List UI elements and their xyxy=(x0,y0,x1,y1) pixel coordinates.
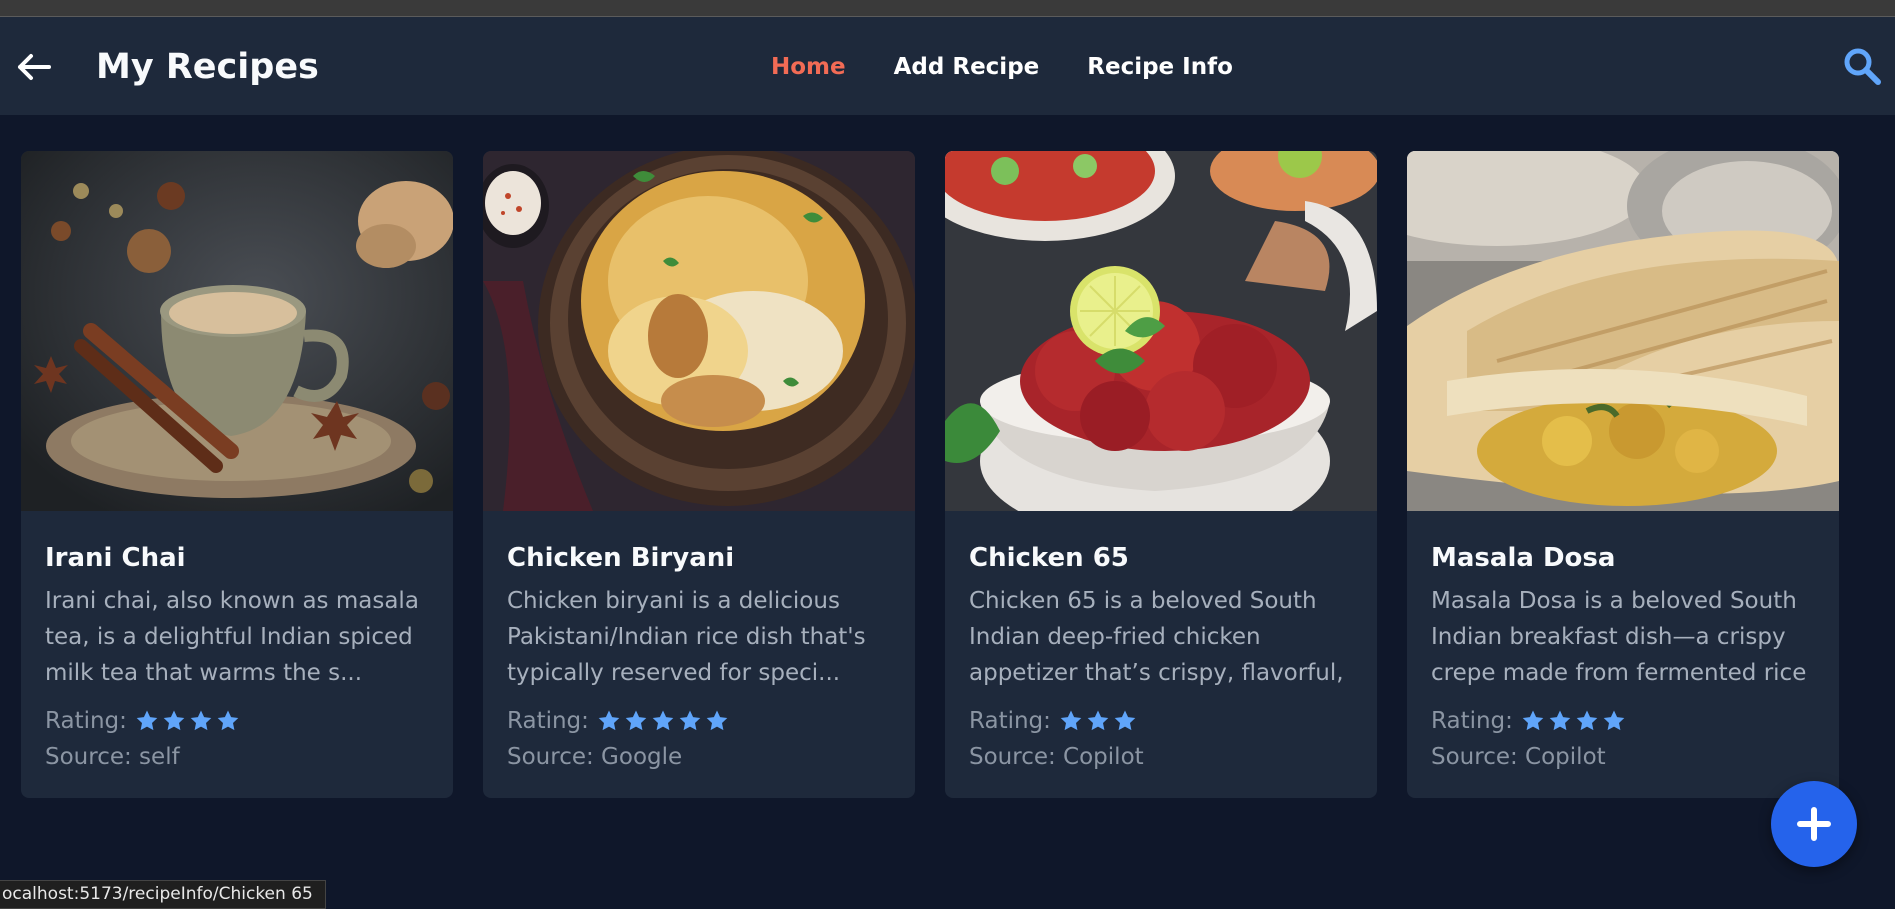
browser-top-strip xyxy=(0,0,1895,17)
rating-label: Rating: xyxy=(507,708,589,734)
navbar: My Recipes Home Add Recipe Recipe Info xyxy=(0,17,1895,115)
recipe-image-dosa xyxy=(1407,151,1839,511)
add-recipe-fab[interactable] xyxy=(1771,781,1857,867)
rating-stars xyxy=(1059,709,1137,733)
rating-label: Rating: xyxy=(1431,708,1513,734)
star-icon xyxy=(1087,710,1109,731)
nav-home[interactable]: Home xyxy=(771,51,846,83)
recipe-title: Chicken 65 xyxy=(969,543,1129,573)
star-icon xyxy=(1114,710,1136,731)
star-icon xyxy=(652,710,674,731)
recipe-list: Irani Chai Irani chai, also known as mas… xyxy=(21,151,1839,798)
recipe-image-biryani xyxy=(483,151,915,511)
star-icon xyxy=(190,710,212,731)
recipe-image-chai xyxy=(21,151,453,511)
search-button[interactable] xyxy=(1842,46,1882,86)
recipe-description: Chicken 65 is a beloved South Indian dee… xyxy=(969,588,1344,686)
nav-links: Home Add Recipe Recipe Info xyxy=(771,51,1233,83)
star-icon xyxy=(598,710,620,731)
rating-stars xyxy=(597,709,729,733)
recipe-source: Source: Copilot xyxy=(1431,744,1606,770)
recipe-card[interactable]: Masala Dosa Masala Dosa is a beloved Sou… xyxy=(1407,151,1839,798)
star-icon xyxy=(706,710,728,731)
star-icon xyxy=(1576,710,1598,731)
app-title: My Recipes xyxy=(96,47,319,87)
recipe-description: Irani chai, also known as masala tea, is… xyxy=(45,588,419,686)
recipe-card[interactable]: Chicken Biryani Chicken biryani is a del… xyxy=(483,151,915,798)
recipe-rating: Rating: xyxy=(507,705,891,737)
star-icon xyxy=(136,710,158,731)
recipe-card[interactable]: Irani Chai Irani chai, also known as mas… xyxy=(21,151,453,798)
nav-add-recipe[interactable]: Add Recipe xyxy=(894,51,1040,83)
rating-stars xyxy=(135,709,240,733)
recipe-description: Chicken biryani is a delicious Pakistani… xyxy=(507,588,866,686)
recipe-title: Masala Dosa xyxy=(1431,543,1616,573)
recipe-rating: Rating: xyxy=(45,705,429,737)
rating-stars xyxy=(1521,709,1626,733)
recipe-rating: Rating: xyxy=(1431,705,1815,737)
recipe-card[interactable]: Chicken 65 Chicken 65 is a beloved South… xyxy=(945,151,1377,798)
search-icon xyxy=(1844,48,1881,85)
recipe-title: Chicken Biryani xyxy=(507,543,735,573)
star-icon xyxy=(1060,710,1082,731)
star-icon xyxy=(217,710,239,731)
recipe-source: Source: Copilot xyxy=(969,744,1144,770)
recipe-rating: Rating: xyxy=(969,705,1353,737)
back-button[interactable] xyxy=(14,51,54,83)
nav-recipe-info[interactable]: Recipe Info xyxy=(1087,51,1233,83)
star-icon xyxy=(1549,710,1571,731)
arrow-left-icon xyxy=(18,54,51,80)
status-bar-url: ocalhost:5173/recipeInfo/Chicken 65 xyxy=(0,880,326,909)
star-icon xyxy=(625,710,647,731)
star-icon xyxy=(163,710,185,731)
plus-icon xyxy=(1797,807,1831,841)
star-icon xyxy=(1522,710,1544,731)
rating-label: Rating: xyxy=(969,708,1051,734)
recipe-source: Source: Google xyxy=(507,744,683,770)
star-icon xyxy=(1603,710,1625,731)
recipe-description: Masala Dosa is a beloved South Indian br… xyxy=(1431,588,1807,686)
rating-label: Rating: xyxy=(45,708,127,734)
recipe-image-chicken65 xyxy=(945,151,1377,511)
recipe-source: Source: self xyxy=(45,744,180,770)
recipe-title: Irani Chai xyxy=(45,543,186,573)
star-icon xyxy=(679,710,701,731)
